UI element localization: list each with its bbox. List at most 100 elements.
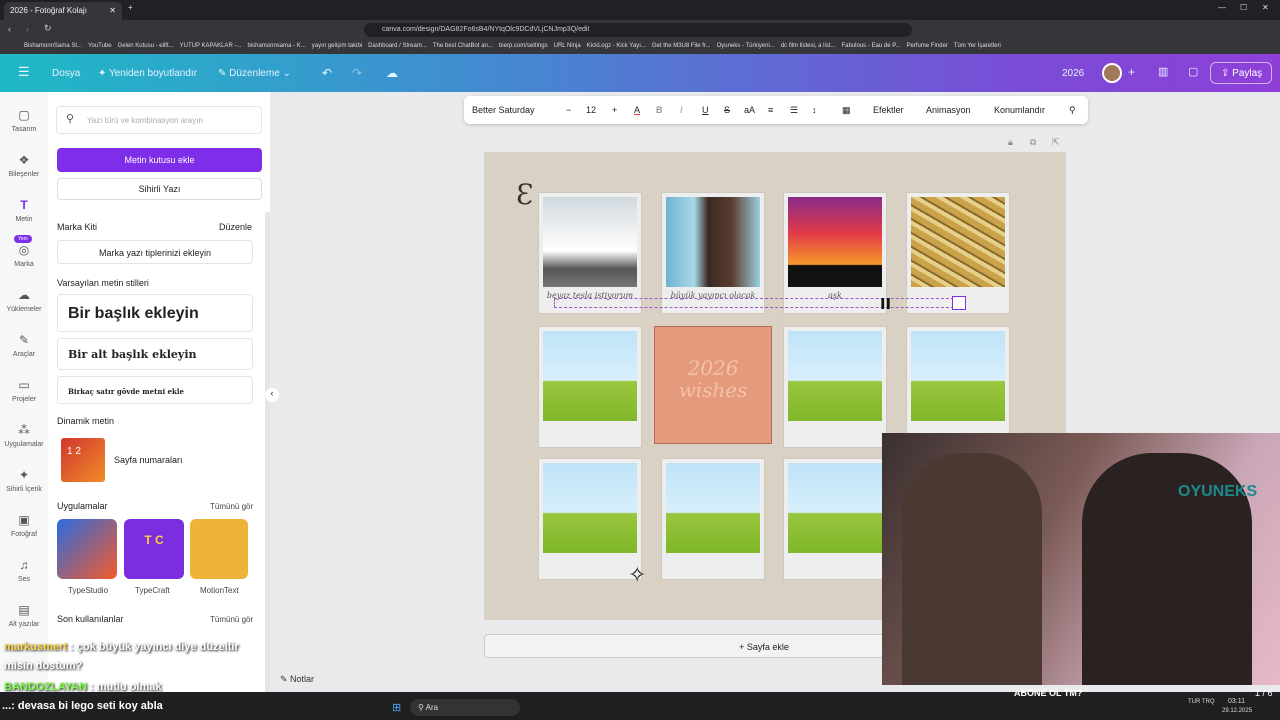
photo-frame[interactable] [906,326,1010,448]
animation-button[interactable]: Animasyon [926,105,971,115]
resize-handle[interactable] [952,296,966,310]
rail-item[interactable]: ▤ Alt yazılar [0,603,48,628]
rail-item[interactable]: ❖ Bileşenler [0,153,48,178]
bookmark-item[interactable]: dc film listesi, a list... [781,43,836,49]
lock-icon[interactable]: 🔒︎ [1008,137,1013,148]
bookmark-item[interactable]: Oyuneks - Türkiyeni... [717,43,775,49]
bookmark-item[interactable]: Get the M3U8 File fr... [652,43,711,49]
effects-button[interactable]: Efektler [873,105,904,115]
text-color-icon[interactable]: A [634,105,640,115]
photo-frame[interactable] [783,458,887,580]
browser-tab[interactable]: 2026 - Fotoğraf Kolajı ✕ [4,2,122,20]
photo-heart-hands[interactable] [788,197,882,287]
image-placeholder[interactable] [788,331,882,421]
magic-write-button[interactable]: Sihirli Yazı [57,178,262,200]
bookmark-item[interactable]: bierp.com/settings [499,43,548,49]
file-menu[interactable]: Dosya [52,68,80,79]
image-placeholder[interactable] [543,463,637,553]
back-icon[interactable]: ‹ [8,24,11,34]
add-textbox-button[interactable]: Metin kutusu ekle [57,148,262,172]
text-selection-box[interactable] [554,298,964,308]
motiontext-app-tile[interactable] [190,519,248,579]
redo-icon[interactable]: ↷ [352,66,362,80]
font-size-decrease[interactable]: − [566,105,571,115]
maximize-icon[interactable]: ☐ [1240,3,1247,12]
sticky-note-text[interactable]: 2026 wishes [655,327,771,401]
image-placeholder[interactable] [666,463,760,553]
strikethrough-icon[interactable]: S [724,105,730,115]
copy-style-icon[interactable]: ⚲ [1069,105,1076,116]
page-numbers-thumbnail[interactable]: 1 2 [61,438,105,482]
bookmark-item[interactable]: YouTube [88,43,112,49]
language-indicator[interactable]: TUR TRQ [1188,699,1215,705]
photo-tesla[interactable] [543,197,637,287]
apps-see-all[interactable]: Tümünü gör [210,502,253,511]
notes-button[interactable]: ✎ Notlar [280,674,314,685]
bookmark-item[interactable]: The best ChatBot an... [433,43,493,49]
collapse-panel-icon[interactable]: ‹ [265,388,279,402]
insights-icon[interactable]: ▥ [1158,65,1168,78]
bookmark-item[interactable]: Dashboard / Stream... [368,43,427,49]
photo-money[interactable] [911,197,1005,287]
clock[interactable]: 03:11 [1228,698,1245,705]
bookmark-item[interactable]: Fabulous - Eau de P... [842,43,901,49]
typestudio-app-tile[interactable] [57,519,117,579]
rail-item[interactable]: ▭ Projeler [0,378,48,403]
forward-icon[interactable]: › [26,24,29,34]
minimize-icon[interactable]: — [1218,3,1226,12]
duplicate-page-icon[interactable]: ⧉ [1030,137,1036,148]
bookmark-item[interactable]: yayın gelişim takibi [312,43,362,49]
rail-item[interactable]: ✦ Sihirli İçerik [0,468,48,493]
photo-frame[interactable] [783,326,887,448]
quote-sticker[interactable]: ıı [880,292,891,315]
image-placeholder[interactable] [543,331,637,421]
subheading-style[interactable]: Bir alt başlık ekleyin [57,338,253,370]
start-icon[interactable]: ⊞ [392,701,401,714]
rail-item[interactable]: ▢ Tasarım [0,108,48,133]
url-field[interactable]: canva.com/design/DAG82Fo6sB4/NYtqOlc9DCd… [364,23,912,37]
font-size-input[interactable]: 12 [586,105,596,115]
window-close-icon[interactable]: ✕ [1262,3,1269,12]
typecraft-app-tile[interactable]: T C [124,519,184,579]
resize-menu[interactable]: ✦ Yeniden boyutlandır [98,68,197,79]
bookmark-item[interactable]: YUTUP KAPAKLAR -... [180,43,242,49]
bold-icon[interactable]: B [656,105,663,115]
rail-item[interactable]: ▣ Fotoğraf [0,513,48,538]
heading-style[interactable]: Bir başlık ekleyin [57,294,253,332]
image-placeholder[interactable] [788,463,882,553]
photo-frame[interactable]: büyük yayıncı olacak [661,192,765,314]
add-collaborator-icon[interactable]: + [1128,65,1135,79]
search-input[interactable]: Yazı türü ve kombinasyon arayın [56,106,262,134]
rail-item[interactable]: ⁂ Uygulamalar [0,423,48,448]
new-tab-icon[interactable]: + [128,3,133,12]
edit-menu[interactable]: ✎ Düzenleme ⌄ [218,68,291,79]
spacing-icon[interactable]: ↕ [812,105,817,115]
rail-item[interactable]: ♫ Ses [0,558,48,583]
rail-item[interactable]: T Metin [0,198,48,223]
font-size-increase[interactable]: + [612,105,617,115]
page-numbers-label[interactable]: Sayfa numaraları [114,455,183,465]
sparkle-icon[interactable]: ✧ [628,562,646,588]
photo-frame[interactable] [538,326,642,448]
transparency-icon[interactable]: ▦ [842,105,851,116]
rail-item[interactable]: ☁ Yüklemeler [0,288,48,313]
sticky-note[interactable]: 2026 wishes [654,326,772,444]
photo-frame[interactable]: aşk [783,192,887,314]
list-icon[interactable]: ☰ [790,105,798,116]
photo-frame[interactable] [661,458,765,580]
bookmark-item[interactable]: URL Ninja [554,43,581,49]
reload-icon[interactable]: ↻ [44,23,52,34]
brand-edit-link[interactable]: Düzenle [219,222,252,232]
font-family-select[interactable]: Better Saturday [472,105,535,115]
decorative-letter[interactable]: Ɛ [516,178,533,211]
bookmark-item[interactable]: BishamonnSama St... [24,43,82,49]
undo-icon[interactable]: ↶ [322,66,332,80]
bookmark-item[interactable]: Tüm Yer İşaretleri [954,43,1001,49]
comments-icon[interactable]: ▢ [1188,65,1198,78]
photo-frame[interactable] [538,458,642,580]
italic-icon[interactable]: I [680,105,683,115]
underline-icon[interactable]: U [702,105,709,115]
share-button[interactable]: ⇪ Paylaş [1210,62,1272,84]
image-placeholder[interactable] [911,331,1005,421]
photo-streamer[interactable] [666,197,760,287]
